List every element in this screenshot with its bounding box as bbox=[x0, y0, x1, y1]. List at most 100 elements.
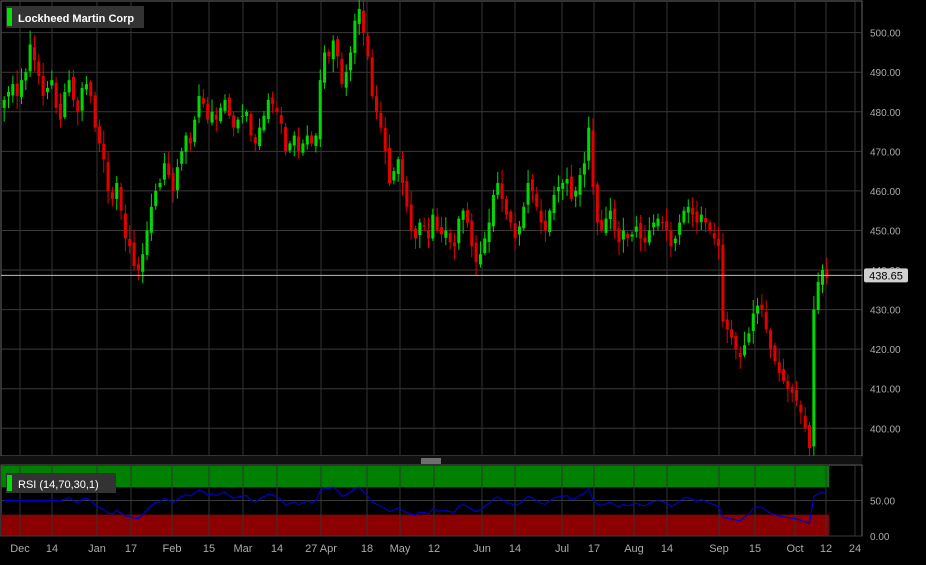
candle-body bbox=[266, 99, 270, 120]
x-tick-label: 15 bbox=[749, 543, 761, 555]
candle-body bbox=[15, 83, 19, 96]
candle-body bbox=[756, 305, 760, 314]
candle-body bbox=[392, 171, 396, 181]
candle-body bbox=[617, 228, 621, 243]
candle-body bbox=[149, 206, 153, 233]
candle-body bbox=[388, 147, 392, 183]
candle-body bbox=[561, 183, 565, 189]
candle-body bbox=[418, 222, 422, 236]
price-tick-label: 400.00 bbox=[870, 424, 901, 435]
candle-body bbox=[340, 58, 344, 85]
candle-body bbox=[604, 218, 608, 233]
candle-body bbox=[102, 144, 106, 160]
candle-body bbox=[167, 163, 171, 176]
candle-body bbox=[106, 162, 110, 191]
x-tick-label: Jul bbox=[555, 543, 569, 555]
candle-body bbox=[19, 80, 23, 97]
candle-body bbox=[76, 100, 80, 112]
candle-body bbox=[175, 167, 179, 191]
candle-body bbox=[180, 151, 184, 164]
candle-body bbox=[353, 20, 357, 53]
x-tick-label: May bbox=[390, 543, 411, 555]
candle-body bbox=[63, 92, 67, 118]
candle-body bbox=[336, 39, 340, 57]
candle-body bbox=[236, 119, 240, 129]
candle-body bbox=[6, 92, 11, 97]
candle-body bbox=[452, 242, 456, 247]
candle-body bbox=[812, 309, 816, 447]
candle-body bbox=[349, 52, 353, 71]
x-tick-label: 24 bbox=[849, 543, 861, 555]
candle-body bbox=[201, 97, 205, 104]
candle-body bbox=[279, 115, 283, 124]
x-tick-label: Feb bbox=[163, 543, 182, 555]
candle-body bbox=[500, 183, 504, 199]
candle-body bbox=[249, 113, 253, 136]
candle-body bbox=[132, 242, 136, 267]
candle-body bbox=[608, 210, 612, 220]
candle-body bbox=[379, 112, 383, 128]
candle-body bbox=[223, 99, 227, 111]
candle-body bbox=[478, 254, 482, 265]
candle-body bbox=[439, 227, 443, 235]
candle-body bbox=[119, 186, 123, 211]
candle-body bbox=[652, 222, 656, 228]
candle-body bbox=[686, 206, 690, 213]
candle-body bbox=[28, 44, 32, 72]
price-tick-label: 450.00 bbox=[870, 226, 901, 237]
candle-body bbox=[271, 97, 275, 104]
candle-body bbox=[227, 97, 231, 116]
candle-body bbox=[11, 84, 15, 96]
candle-body bbox=[344, 72, 348, 88]
candle-body bbox=[556, 186, 560, 192]
candle-body bbox=[660, 221, 664, 223]
price-tick-label: 420.00 bbox=[870, 345, 901, 356]
candle-body bbox=[314, 135, 318, 147]
candle-body bbox=[171, 172, 175, 191]
candle-body bbox=[154, 190, 158, 207]
x-tick-label: 14 bbox=[661, 543, 673, 555]
candle-body bbox=[457, 218, 461, 244]
candle-body bbox=[54, 82, 58, 108]
candle-body bbox=[820, 270, 825, 285]
x-tick-label: 14 bbox=[271, 543, 283, 555]
candle-body bbox=[422, 225, 426, 227]
candle-body bbox=[647, 230, 651, 243]
candle-body bbox=[435, 216, 439, 231]
candle-body bbox=[162, 163, 166, 180]
candle-body bbox=[284, 126, 288, 152]
candle-body bbox=[405, 181, 409, 207]
candle-body bbox=[764, 312, 768, 330]
candle-body bbox=[717, 238, 721, 247]
candle-body bbox=[639, 223, 643, 239]
candle-body bbox=[128, 239, 132, 247]
rsi-title: RSI (14,70,30,1) bbox=[18, 479, 99, 491]
candle-body bbox=[587, 127, 591, 161]
candle-body bbox=[301, 143, 305, 153]
candle-body bbox=[400, 159, 405, 183]
candle-body bbox=[725, 319, 729, 330]
candle-body bbox=[721, 244, 725, 322]
candle-body bbox=[751, 313, 755, 331]
candle-body bbox=[695, 211, 699, 223]
candle-body bbox=[743, 345, 747, 356]
candle-body bbox=[574, 190, 578, 197]
candle-body bbox=[786, 381, 790, 389]
candle-body bbox=[665, 220, 669, 231]
candle-body bbox=[50, 80, 54, 86]
x-tick-label: 17 bbox=[125, 543, 137, 555]
candle-body bbox=[491, 194, 495, 227]
candle-body bbox=[582, 163, 586, 175]
x-tick-label: 15 bbox=[203, 543, 215, 555]
candle-body bbox=[214, 114, 218, 120]
candle-body bbox=[245, 111, 249, 116]
candle-body bbox=[470, 220, 474, 247]
candle-body bbox=[80, 88, 84, 111]
candle-body bbox=[669, 230, 673, 247]
candle-body bbox=[396, 159, 400, 174]
candle-body bbox=[123, 213, 127, 239]
candle-body bbox=[487, 222, 491, 242]
candle-body bbox=[41, 75, 45, 96]
candle-body bbox=[197, 95, 201, 118]
candle-body bbox=[795, 390, 799, 401]
